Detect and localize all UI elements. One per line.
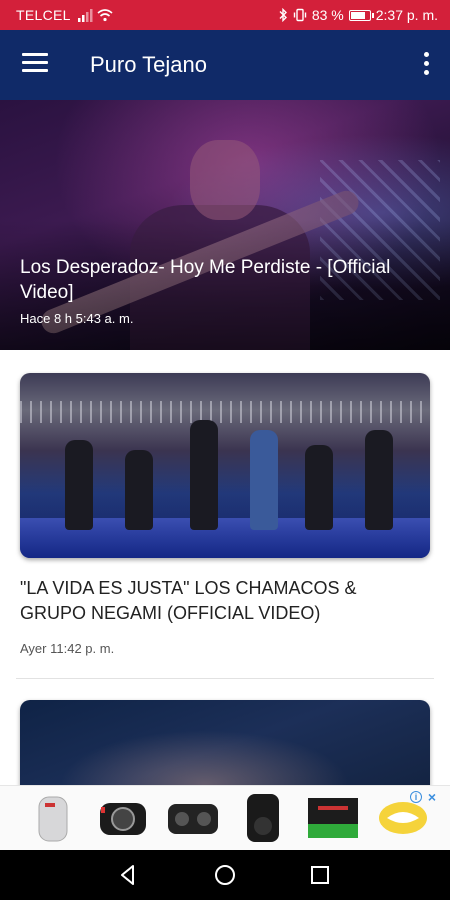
clock: 2:37 p. m. <box>375 7 438 23</box>
app-bar: Puro Tejano <box>0 30 450 100</box>
video-title: "LA VIDA ES JUSTA" LOS CHAMACOS & GRUPO … <box>20 578 357 623</box>
more-options-icon[interactable] <box>422 52 430 78</box>
bluetooth-icon <box>279 8 287 22</box>
recent-apps-icon[interactable] <box>307 862 333 888</box>
party-speaker-product[interactable] <box>232 789 294 847</box>
ad-banner[interactable]: i × <box>0 785 450 850</box>
signal-icon <box>78 9 93 22</box>
camera-product[interactable] <box>92 789 154 847</box>
back-icon[interactable] <box>115 862 141 888</box>
featured-video[interactable]: Los Desperadoz- Hoy Me Perdiste - [Offic… <box>0 100 450 350</box>
video-thumbnail[interactable] <box>20 373 430 558</box>
ad-info-icon[interactable]: i <box>410 791 422 803</box>
hamburger-menu-icon[interactable] <box>22 53 48 75</box>
ssd-product[interactable] <box>302 789 364 847</box>
featured-video-title: Los Desperadoz- Hoy Me Perdiste - [Offic… <box>20 257 391 303</box>
featured-video-time: Hace 8 h 5:43 a. m. <box>20 311 134 326</box>
battery-percent: 83 % <box>311 7 344 23</box>
speaker-product[interactable] <box>22 789 84 847</box>
wifi-icon <box>97 9 113 22</box>
status-bar: TELCEL 83 % 2:37 p. m. <box>0 0 450 30</box>
video-time: Ayer 11:42 p. m. <box>20 641 115 656</box>
carrier-label: TELCEL <box>16 7 71 23</box>
boombox-product[interactable] <box>162 789 224 847</box>
divider <box>16 678 434 679</box>
battery-icon <box>348 9 374 21</box>
home-icon[interactable] <box>212 862 238 888</box>
app-title: Puro Tejano <box>90 52 208 77</box>
ad-close-icon[interactable]: × <box>426 790 438 804</box>
system-nav-bar <box>0 850 450 900</box>
vibrate-icon <box>293 8 307 22</box>
